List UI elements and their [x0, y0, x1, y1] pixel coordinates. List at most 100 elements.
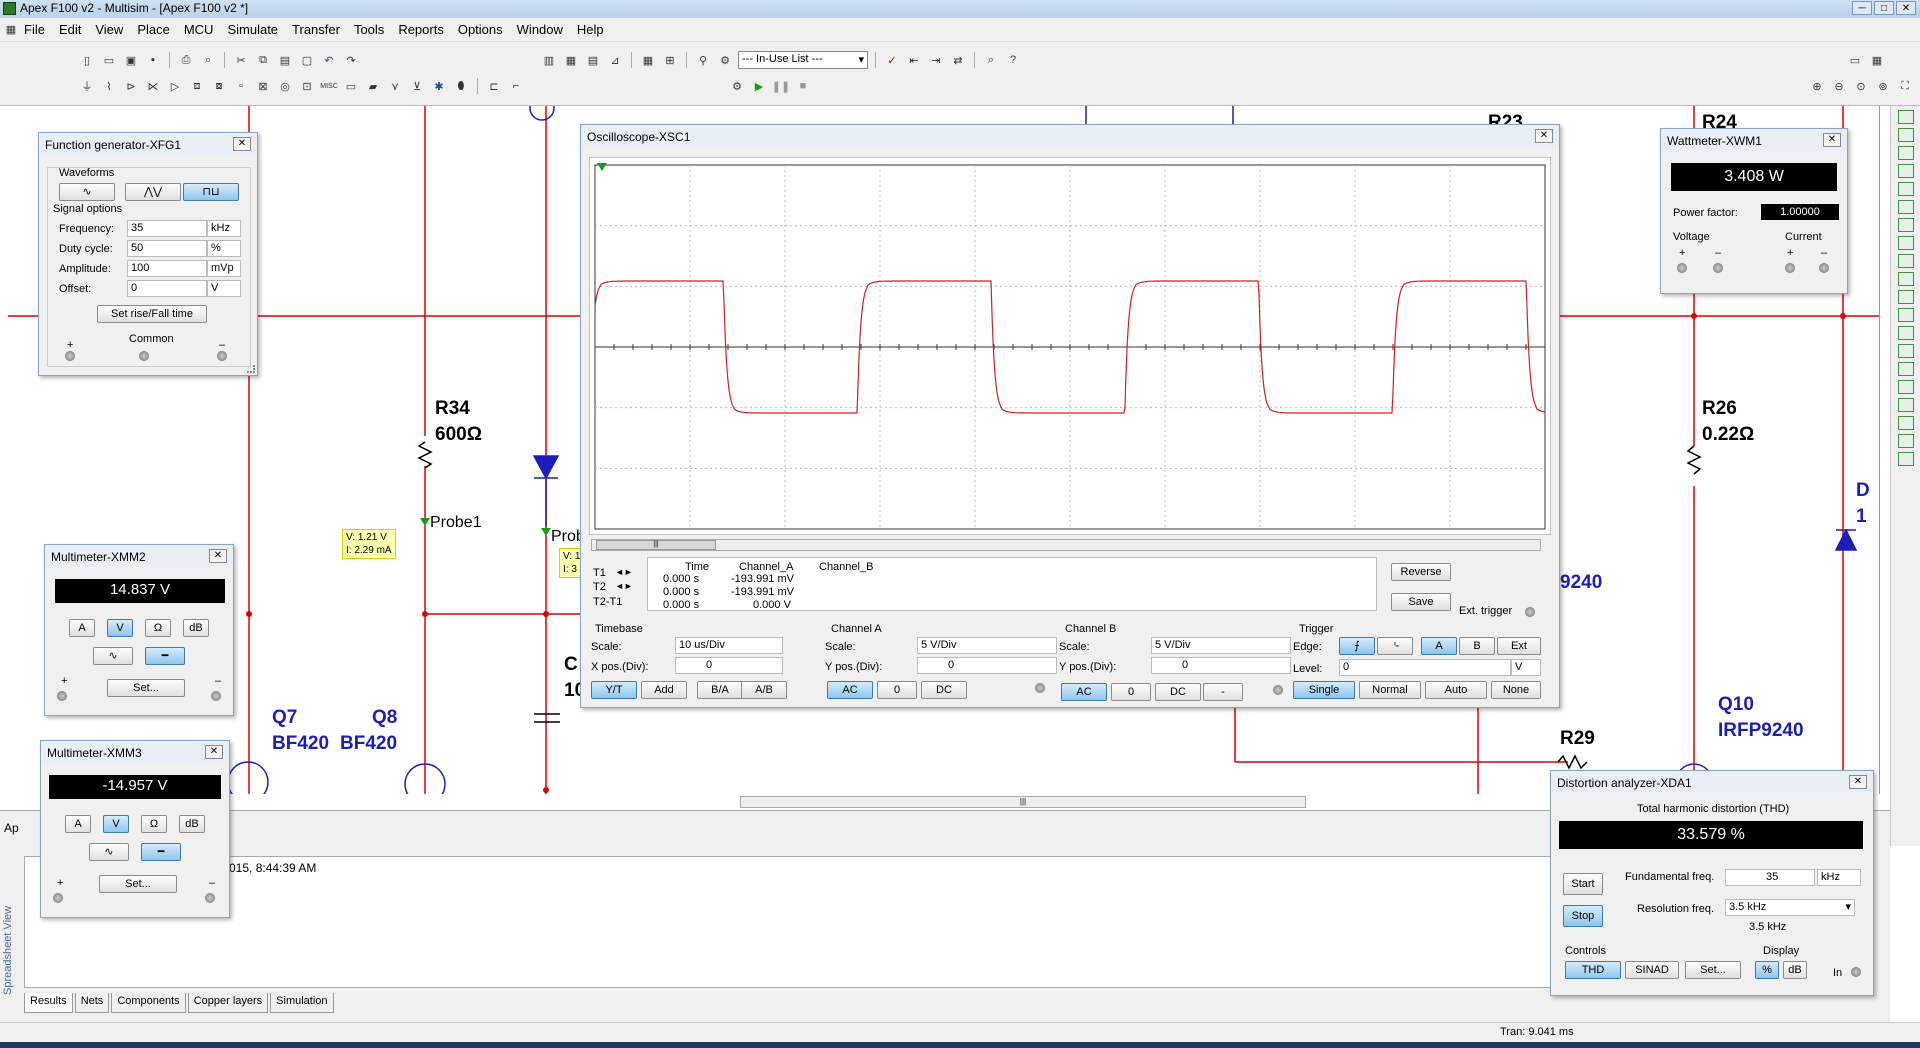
- menu-mcu[interactable]: MCU: [178, 19, 222, 40]
- mm2-ac-button[interactable]: ∿: [93, 647, 133, 665]
- power-icon[interactable]: ⊡: [298, 77, 316, 95]
- full-screen-icon[interactable]: ⛶: [1896, 77, 1914, 95]
- channel-a-zero-button[interactable]: 0: [877, 681, 917, 699]
- rising-edge-button[interactable]: ⨍: [1339, 637, 1375, 655]
- maximize-button[interactable]: □: [1874, 1, 1894, 15]
- open-sample-icon[interactable]: ▣: [122, 51, 140, 69]
- mm3-close-button[interactable]: ✕: [205, 745, 223, 759]
- indicator-icon[interactable]: ◎: [276, 77, 294, 95]
- bode-plotter-icon[interactable]: [1898, 200, 1914, 214]
- menu-place[interactable]: Place: [131, 19, 178, 40]
- transistor-icon[interactable]: ⋉: [144, 77, 162, 95]
- oscilloscope-window[interactable]: Oscilloscope-XSC1 ✕ ||| Time Channel_A C…: [580, 124, 1560, 708]
- word-generator-icon[interactable]: [1898, 236, 1914, 250]
- mm3-plus-terminal[interactable]: [53, 893, 63, 903]
- channel-a-scale-input[interactable]: 5 V/Div: [917, 637, 1057, 654]
- copy-icon[interactable]: ⧉: [254, 51, 272, 69]
- print-icon[interactable]: ⎙: [177, 51, 195, 69]
- restore-child-icon[interactable]: ▭: [1846, 51, 1864, 69]
- stop-icon[interactable]: ■: [794, 77, 812, 95]
- function-generator-icon[interactable]: [1898, 128, 1914, 142]
- frequency-counter-icon[interactable]: [1898, 218, 1914, 232]
- oscilloscope-icon[interactable]: [1898, 164, 1914, 178]
- channel-b-scale-input[interactable]: 5 V/Div: [1151, 637, 1291, 654]
- grapher-icon[interactable]: ⊿: [606, 51, 624, 69]
- misc-icon[interactable]: MISC: [320, 77, 338, 95]
- probe1-label[interactable]: Probe1: [430, 514, 482, 532]
- tab-nets[interactable]: Nets: [74, 993, 110, 1013]
- ba-button[interactable]: B/A: [697, 681, 743, 699]
- mixed-icon[interactable]: ⊠: [254, 77, 272, 95]
- tab-components[interactable]: Components: [111, 993, 186, 1013]
- pause-icon[interactable]: ❚❚: [772, 77, 790, 95]
- y-pos-a-input[interactable]: 0: [917, 657, 1057, 674]
- component-icon[interactable]: ⚲: [694, 51, 712, 69]
- analog-icon[interactable]: ▷: [166, 77, 184, 95]
- toggle-design-toolbox-icon[interactable]: ▥: [540, 51, 558, 69]
- start-button[interactable]: Start: [1563, 873, 1603, 895]
- current-minus-terminal[interactable]: [1819, 263, 1829, 273]
- mm2-plus-terminal[interactable]: [57, 691, 67, 701]
- distortion-close-button[interactable]: ✕: [1849, 775, 1867, 789]
- scope-close-button[interactable]: ✕: [1535, 129, 1553, 143]
- scope-scrollbar[interactable]: |||: [591, 539, 1541, 551]
- spectrum-analyzer-icon[interactable]: [1898, 326, 1914, 340]
- channel-a-ac-button[interactable]: AC: [827, 681, 873, 699]
- ground-icon[interactable]: ⏚: [78, 77, 96, 95]
- input-terminal[interactable]: [1851, 967, 1861, 977]
- fgen-minus-terminal[interactable]: [217, 351, 227, 361]
- zoom-out-icon[interactable]: ⊖: [1830, 77, 1848, 95]
- open-icon[interactable]: ▭: [100, 51, 118, 69]
- close-button[interactable]: ✕: [1896, 1, 1916, 15]
- database-icon[interactable]: ▤: [584, 51, 602, 69]
- frequency-unit[interactable]: kHz: [207, 220, 241, 237]
- fgen-common-terminal[interactable]: [139, 351, 149, 361]
- erc-icon[interactable]: ✓: [883, 51, 901, 69]
- mm3-set-button[interactable]: Set...: [99, 875, 177, 893]
- four-channel-scope-icon[interactable]: [1898, 182, 1914, 196]
- current-plus-terminal[interactable]: [1785, 263, 1795, 273]
- mm2-ohmmeter-button[interactable]: Ω: [145, 619, 171, 637]
- mm2-set-button[interactable]: Set...: [107, 679, 185, 697]
- print-preview-icon[interactable]: ⌕: [199, 51, 217, 69]
- logic-analyzer-icon[interactable]: [1898, 272, 1914, 286]
- mm3-db-button[interactable]: dB: [179, 815, 205, 833]
- channel-a-dc-button[interactable]: DC: [921, 681, 967, 699]
- mm2-voltmeter-button[interactable]: V: [107, 619, 133, 637]
- back-annotate-icon[interactable]: ⇤: [905, 51, 923, 69]
- auto-button[interactable]: Auto: [1425, 681, 1487, 699]
- forward-annotate-icon[interactable]: ⇥: [927, 51, 945, 69]
- mm3-ohmmeter-button[interactable]: Ω: [141, 815, 167, 833]
- triangle-wave-button[interactable]: ⋀⋁: [125, 183, 181, 201]
- connector-icon[interactable]: ✱: [430, 77, 448, 95]
- iv-analyzer-icon[interactable]: [1898, 290, 1914, 304]
- square-wave-button[interactable]: ⊓⊔: [183, 183, 239, 201]
- tab-results[interactable]: Results: [24, 993, 73, 1013]
- offset-unit[interactable]: V: [207, 280, 241, 297]
- tab-simulation[interactable]: Simulation: [270, 993, 334, 1013]
- mm2-ammeter-button[interactable]: A: [69, 619, 95, 637]
- menu-transfer[interactable]: Transfer: [286, 19, 348, 40]
- distortion-set-button[interactable]: Set...: [1685, 961, 1741, 979]
- cut-icon[interactable]: ✂: [232, 51, 250, 69]
- yt-button[interactable]: Y/T: [591, 681, 637, 699]
- channel-b-zero-button[interactable]: 0: [1111, 683, 1151, 701]
- cmos-icon[interactable]: ⧇: [210, 77, 228, 95]
- postprocessor-icon[interactable]: ▦: [639, 51, 657, 69]
- zoom-fit-icon[interactable]: ⊚: [1874, 77, 1892, 95]
- paste-icon[interactable]: ▤: [276, 51, 294, 69]
- percent-button[interactable]: %: [1755, 961, 1779, 979]
- distortion-analyzer-icon[interactable]: [1898, 308, 1914, 322]
- tile-child-icon[interactable]: ▦: [1868, 51, 1886, 69]
- db-display-button[interactable]: dB: [1783, 961, 1807, 979]
- menu-tools[interactable]: Tools: [348, 19, 392, 40]
- undo-icon[interactable]: ↶: [320, 51, 338, 69]
- ap-tab[interactable]: Ap: [4, 821, 19, 835]
- thd-button[interactable]: THD: [1565, 961, 1621, 979]
- stop-button[interactable]: Stop: [1563, 905, 1603, 927]
- fgen-resize-grip[interactable]: [247, 365, 255, 373]
- cursor-arrows[interactable]: ◄► ◄►: [615, 565, 633, 593]
- normal-button[interactable]: Normal: [1359, 681, 1421, 699]
- ni-component-icon[interactable]: ⊻: [408, 77, 426, 95]
- mm3-ac-button[interactable]: ∿: [89, 843, 129, 861]
